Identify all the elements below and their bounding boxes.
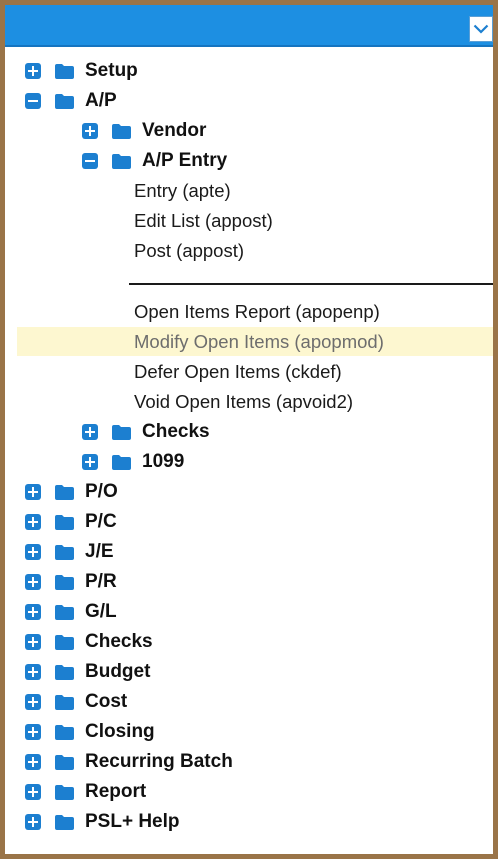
tree-node-vendor[interactable]: Vendor <box>82 116 206 146</box>
tree-node-1099[interactable]: 1099 <box>82 447 184 477</box>
expand-icon[interactable] <box>25 544 41 560</box>
tree-node-label: Closing <box>85 721 155 742</box>
tree-node-label: J/E <box>85 541 114 562</box>
folder-icon <box>55 514 74 530</box>
menu-separator <box>129 283 493 285</box>
folder-icon <box>55 93 74 109</box>
folder-icon <box>55 574 74 590</box>
tree-node-label: P/O <box>85 481 118 502</box>
menu-item-modify-open-items[interactable]: Modify Open Items (apopmod) <box>134 327 384 357</box>
folder-icon <box>112 424 131 440</box>
folder-icon <box>55 724 74 740</box>
tree-node-closing[interactable]: Closing <box>25 717 155 747</box>
tree-node-setup[interactable]: Setup <box>25 56 138 86</box>
menu-item-void-open-items[interactable]: Void Open Items (apvoid2) <box>134 387 353 417</box>
folder-icon <box>112 123 131 139</box>
expand-icon[interactable] <box>25 514 41 530</box>
tree-node-po[interactable]: P/O <box>25 477 118 507</box>
panel-header <box>5 5 493 47</box>
folder-icon <box>55 664 74 680</box>
expand-icon[interactable] <box>25 484 41 500</box>
folder-icon <box>55 694 74 710</box>
menu-item-defer-open-items[interactable]: Defer Open Items (ckdef) <box>134 357 342 387</box>
tree-node-label: P/C <box>85 511 117 532</box>
tree-node-checks[interactable]: Checks <box>25 627 153 657</box>
expand-icon[interactable] <box>25 604 41 620</box>
folder-icon <box>55 814 74 830</box>
expand-icon[interactable] <box>82 424 98 440</box>
expand-icon[interactable] <box>25 754 41 770</box>
expand-icon[interactable] <box>25 63 41 79</box>
tree-node-je[interactable]: J/E <box>25 537 114 567</box>
tree-node-ap-checks[interactable]: Checks <box>82 417 210 447</box>
menu-item-edit-list[interactable]: Edit List (appost) <box>134 206 273 236</box>
folder-icon <box>55 634 74 650</box>
tree-node-label: A/P <box>85 90 117 111</box>
tree-node-ap[interactable]: A/P <box>25 86 117 116</box>
tree-node-recurring-batch[interactable]: Recurring Batch <box>25 747 233 777</box>
collapse-icon[interactable] <box>82 153 98 169</box>
chevron-down-icon <box>473 24 489 34</box>
expand-icon[interactable] <box>25 634 41 650</box>
expand-icon[interactable] <box>82 454 98 470</box>
folder-icon <box>112 153 131 169</box>
expand-icon[interactable] <box>25 664 41 680</box>
tree-node-label: G/L <box>85 601 117 622</box>
tree-node-label: Recurring Batch <box>85 751 233 772</box>
tree-node-label: Checks <box>142 421 210 442</box>
expand-icon[interactable] <box>25 784 41 800</box>
expand-icon[interactable] <box>25 814 41 830</box>
folder-icon <box>55 784 74 800</box>
tree-node-psl-help[interactable]: PSL+ Help <box>25 807 180 837</box>
expand-icon[interactable] <box>25 574 41 590</box>
folder-icon <box>112 454 131 470</box>
folder-icon <box>55 604 74 620</box>
tree-node-label: Checks <box>85 631 153 652</box>
folder-icon <box>55 484 74 500</box>
folder-icon <box>55 754 74 770</box>
folder-icon <box>55 63 74 79</box>
expand-icon[interactable] <box>25 694 41 710</box>
tree-node-label: Cost <box>85 691 128 712</box>
expand-icon[interactable] <box>82 123 98 139</box>
tree-node-label: P/R <box>85 571 117 592</box>
tree-node-label: PSL+ Help <box>85 811 180 832</box>
tree-node-label: Vendor <box>142 120 207 141</box>
dropdown-button[interactable] <box>469 16 493 42</box>
folder-icon <box>55 544 74 560</box>
tree-node-pc[interactable]: P/C <box>25 507 117 537</box>
tree-node-cost[interactable]: Cost <box>25 687 127 717</box>
menu-item-entry[interactable]: Entry (apte) <box>134 176 231 206</box>
tree-node-pr[interactable]: P/R <box>25 567 117 597</box>
tree-node-label: Setup <box>85 60 138 81</box>
tree-node-label: A/P Entry <box>142 150 228 171</box>
expand-icon[interactable] <box>25 724 41 740</box>
tree-node-ap-entry[interactable]: A/P Entry <box>82 146 227 176</box>
navigation-panel: Setup A/P Vendor A/P Entry Entry (apte) … <box>0 0 498 859</box>
tree-node-gl[interactable]: G/L <box>25 597 117 627</box>
menu-item-post[interactable]: Post (appost) <box>134 236 244 266</box>
tree-node-report[interactable]: Report <box>25 777 146 807</box>
tree-node-budget[interactable]: Budget <box>25 657 150 687</box>
tree-node-label: Budget <box>85 661 151 682</box>
tree-node-label: 1099 <box>142 451 185 472</box>
menu-item-open-items-report[interactable]: Open Items Report (apopenp) <box>134 297 380 327</box>
tree-node-label: Report <box>85 781 147 802</box>
collapse-icon[interactable] <box>25 93 41 109</box>
